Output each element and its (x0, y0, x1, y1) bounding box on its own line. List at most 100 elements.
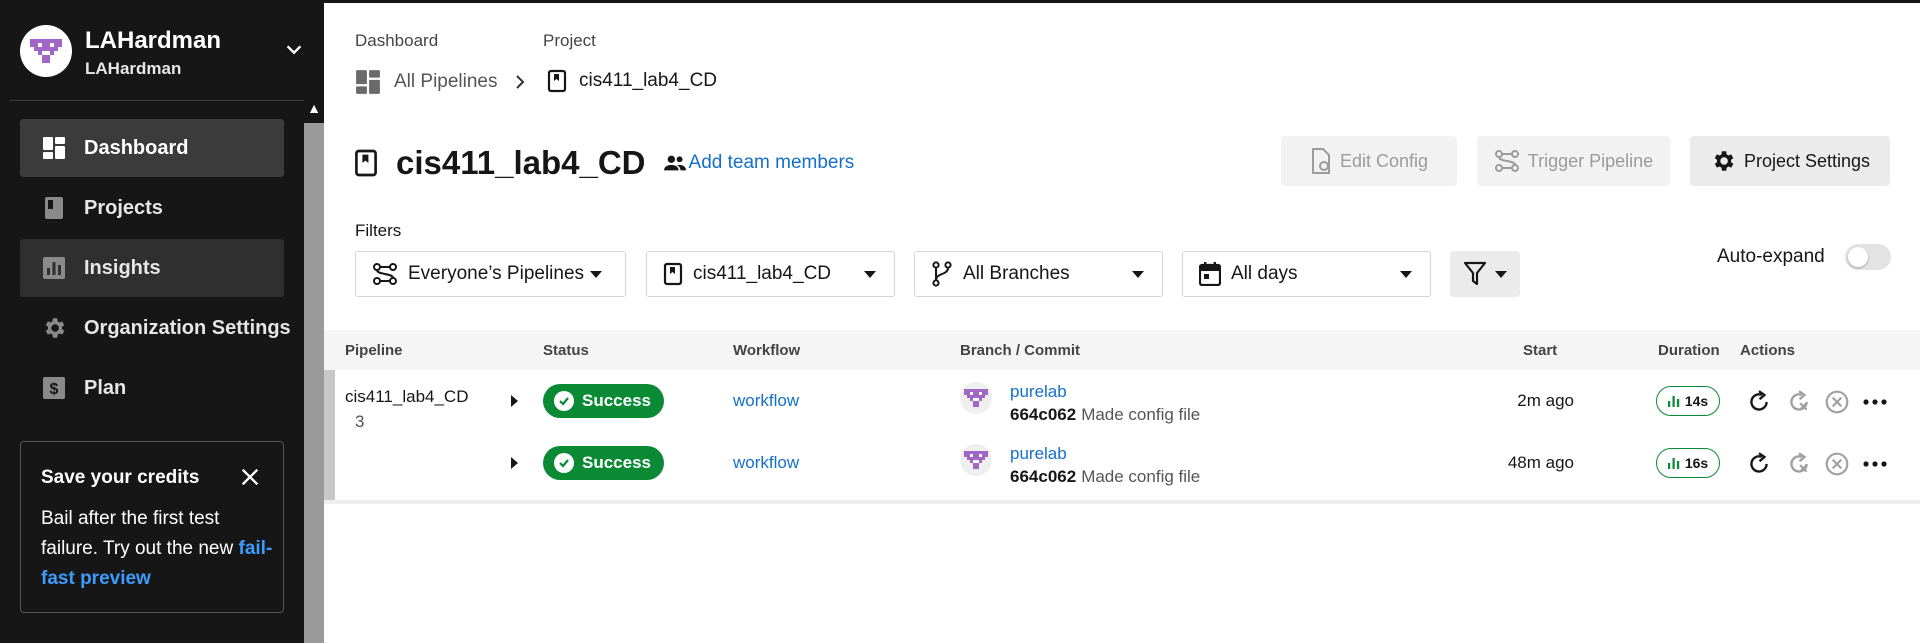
page-title: cis411_lab4_CD (396, 144, 646, 181)
check-icon (554, 391, 574, 411)
workflow-link[interactable]: workflow (733, 453, 799, 473)
project-icon (663, 262, 683, 286)
bar-chart-icon (1667, 457, 1680, 469)
user-switcher[interactable]: LAHardman LAHardman (20, 25, 310, 83)
project-icon (547, 69, 567, 93)
more-options-icon[interactable] (1861, 450, 1889, 478)
sidebar-item-dashboard[interactable]: Dashboard (20, 119, 284, 177)
commit-info: 664c062 Made config file (1010, 467, 1200, 487)
rerun-icon[interactable] (1745, 388, 1773, 416)
status-badge[interactable]: Success (543, 384, 664, 418)
header-workflow: Workflow (733, 342, 801, 359)
cancel-icon[interactable] (1823, 388, 1851, 416)
sidebar-item-label: Plan (84, 376, 127, 399)
sidebar-item-insights[interactable]: Insights (20, 239, 284, 297)
credits-body: Bail after the first test failure. Try o… (41, 504, 273, 594)
org-name: LAHardman (85, 59, 182, 78)
gear-icon (41, 315, 67, 341)
caret-down-icon (1400, 271, 1412, 278)
cancel-icon[interactable] (1823, 450, 1851, 478)
add-team-members-link[interactable]: Add team members (663, 152, 855, 174)
date-filter-value: All days (1231, 263, 1298, 284)
expand-row-icon[interactable] (511, 395, 518, 407)
add-team-members-label: Add team members (688, 152, 855, 173)
sidebar-item-projects[interactable]: Projects (20, 179, 284, 237)
sidebar-scrollbar[interactable] (304, 100, 324, 643)
pipeline-icon (372, 262, 398, 286)
breadcrumb-project-label: cis411_lab4_CD (579, 70, 718, 91)
close-icon[interactable] (239, 466, 261, 488)
sidebar-item-label: Organization Settings (84, 316, 291, 339)
committer-avatar (960, 382, 992, 414)
funnel-icon (1463, 261, 1487, 286)
bar-chart-icon (1667, 395, 1680, 407)
more-options-icon[interactable] (1861, 388, 1889, 416)
duration-value: 16s (1684, 455, 1709, 471)
branch-link[interactable]: purelab (1010, 444, 1067, 464)
credits-text: Bail after the first test failure. Try o… (41, 508, 234, 559)
sidebar-item-label: Projects (84, 196, 163, 219)
dollar-icon: $ (41, 375, 67, 401)
auto-expand-toggle[interactable] (1845, 244, 1891, 270)
breadcrumb-project[interactable]: cis411_lab4_CD (547, 69, 717, 93)
date-filter-select[interactable]: All days (1182, 251, 1431, 297)
breadcrumb-project-label: Project (543, 31, 596, 50)
sidebar-divider (10, 100, 315, 101)
sidebar-item-organization-settings[interactable]: Organization Settings (20, 299, 291, 357)
caret-down-icon (1132, 271, 1144, 278)
project-icon (355, 149, 377, 177)
user-name: LAHardman (85, 27, 222, 54)
user-avatar (20, 25, 72, 77)
committer-avatar (960, 444, 992, 476)
commit-message: Made config file (1081, 405, 1201, 424)
commit-hash-link[interactable]: 664c062 (1010, 405, 1076, 424)
breadcrumb-all-pipelines[interactable]: All Pipelines (355, 69, 528, 95)
sidebar-item-label: Dashboard (84, 136, 189, 159)
scroll-up-arrow-icon[interactable]: ▲ (306, 98, 322, 118)
branch-filter-select[interactable]: All Branches (914, 251, 1163, 297)
start-time: 2m ago (1517, 391, 1574, 410)
pipelines-filter-select[interactable]: Everyone’s Pipelines (355, 251, 626, 297)
rerun-failed-icon[interactable] (1785, 450, 1813, 478)
header-duration: Duration (1658, 342, 1720, 359)
header-branch-commit: Branch / Commit (960, 342, 1081, 359)
header-start: Start (1523, 342, 1558, 359)
page-header: cis411_lab4_CD Add team members (354, 141, 854, 185)
sidebar-item-label: Insights (84, 256, 161, 279)
breadcrumb-all-pipelines-label: All Pipelines (394, 71, 498, 92)
pipeline-icon (1494, 149, 1520, 173)
header-actions: Actions (1740, 342, 1796, 359)
project-settings-button[interactable]: Project Settings (1690, 136, 1890, 186)
dashboard-icon (41, 135, 67, 161)
branch-icon (931, 261, 953, 287)
project-filter-select[interactable]: cis411_lab4_CD (646, 251, 895, 297)
rerun-failed-icon[interactable] (1785, 388, 1813, 416)
chevron-down-icon[interactable] (283, 39, 305, 61)
svg-text:$: $ (50, 381, 59, 398)
toggle-knob (1848, 247, 1868, 267)
file-settings-icon (1310, 148, 1332, 174)
advanced-filter-button[interactable] (1450, 251, 1520, 297)
workflow-link[interactable]: workflow (733, 391, 799, 411)
status-badge[interactable]: Success (543, 446, 664, 480)
caret-down-icon (864, 271, 876, 278)
caret-down-icon (590, 270, 603, 278)
duration-badge[interactable]: 14s (1656, 386, 1720, 416)
sidebar-item-plan[interactable]: $ Plan (20, 359, 284, 417)
main-content: Dashboard Project All Pipelines cis411_l… (324, 3, 1920, 643)
table-row: cis411_lab4_CD 3 Success workflow purela… (324, 374, 1920, 434)
commit-message: Made config file (1081, 467, 1201, 486)
commit-hash-link[interactable]: 664c062 (1010, 467, 1076, 486)
expand-row-icon[interactable] (511, 457, 518, 469)
rerun-icon[interactable] (1745, 450, 1773, 478)
chevron-right-icon (515, 75, 524, 89)
project-filter-value: cis411_lab4_CD (693, 263, 832, 284)
calendar-icon (1199, 262, 1221, 286)
trigger-pipeline-button[interactable]: Trigger Pipeline (1477, 136, 1670, 186)
header-status: Status (543, 342, 589, 359)
pipeline-number: 3 (355, 412, 365, 431)
edit-config-button[interactable]: Edit Config (1281, 136, 1457, 186)
dashboard-icon (356, 70, 380, 94)
branch-link[interactable]: purelab (1010, 382, 1067, 402)
duration-badge[interactable]: 16s (1656, 448, 1720, 478)
